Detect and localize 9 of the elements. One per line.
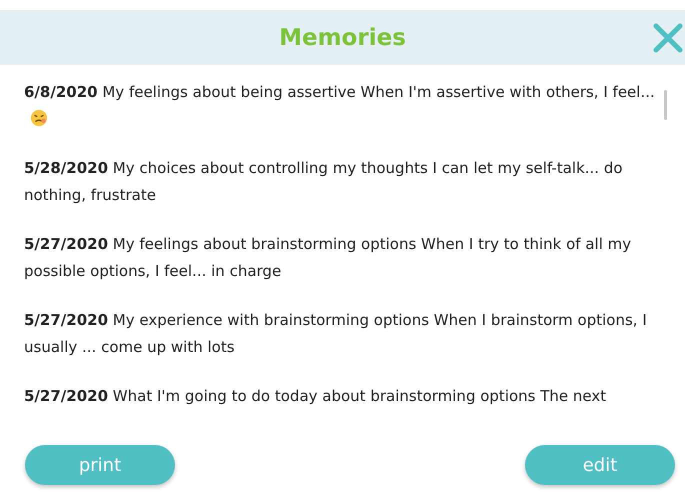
frustrated-face-icon: [30, 109, 48, 127]
memory-entry[interactable]: 5/27/2020 My feelings about brainstorming options When I try to think of all my possible options, I feel... in charge: [24, 231, 655, 285]
memory-entry[interactable]: 5/28/2020 My choices about controlling my thoughts I can let my self-talk... do nothing, frustrate: [24, 155, 655, 209]
window-title: Memories: [279, 24, 406, 50]
memory-entry[interactable]: 6/8/2020 My feelings about being assertive When I'm assertive with others, I feel...: [24, 79, 655, 133]
memory-entry[interactable]: 5/27/2020 My experience with brainstorming options When I brainstorm options, I usually ... come up with lots: [24, 307, 655, 361]
scrollbar[interactable]: [664, 90, 667, 120]
memory-entry[interactable]: 5/27/2020 What I'm going to do today about brainstorming options The next: [24, 383, 655, 410]
close-icon[interactable]: [653, 23, 683, 53]
